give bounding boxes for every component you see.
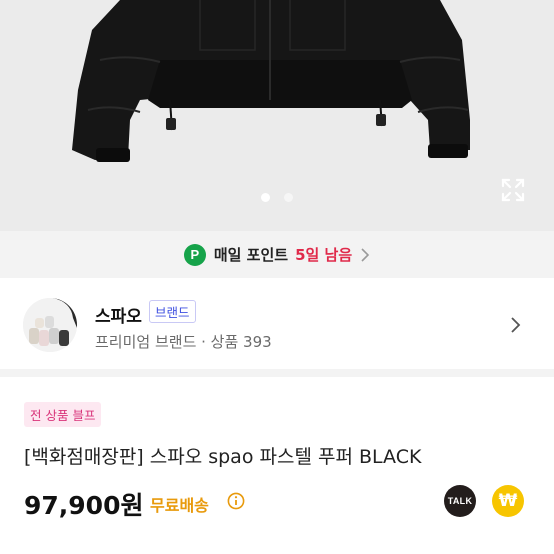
chevron-right-icon [361,247,370,262]
carousel-dot-active[interactable] [261,193,270,202]
section-divider [0,369,554,377]
carousel-dot[interactable] [284,193,293,202]
store-avatar-image [23,298,77,352]
store-avatar [23,298,77,352]
product-image-carousel[interactable] [0,0,554,231]
talk-label: TALK [447,496,473,506]
points-badge-icon: P [183,243,206,266]
daily-points-banner[interactable]: P 매일 포인트 5일 남음 [0,231,554,278]
pay-button[interactable]: ₩ [492,485,524,517]
free-shipping-label: 무료배송 [150,496,209,515]
points-label: 매일 포인트 [213,246,289,264]
points-remaining-days: 5일 남음 [295,246,353,264]
chevron-right-icon[interactable] [510,317,522,333]
talk-chat-button[interactable]: TALK [444,485,476,517]
product-title: [백화점매장판] 스파오 spao 파스텔 푸퍼 BLACK [24,446,422,468]
store-row[interactable]: 스파오 브랜드 프리미엄 브랜드 · 상품 393 [0,278,554,369]
store-subtitle: 프리미엄 브랜드 · 상품 393 [95,333,272,351]
product-price: 97,900원 [24,491,144,520]
info-icon[interactable] [227,492,245,510]
expand-icon[interactable] [500,177,526,203]
store-name[interactable]: 스파오 [95,302,142,327]
promo-tag: 전 상품 블프 [24,402,102,427]
carousel-indicator [0,193,554,202]
won-icon: ₩ [498,491,518,511]
brand-badge: 브랜드 [149,300,196,323]
